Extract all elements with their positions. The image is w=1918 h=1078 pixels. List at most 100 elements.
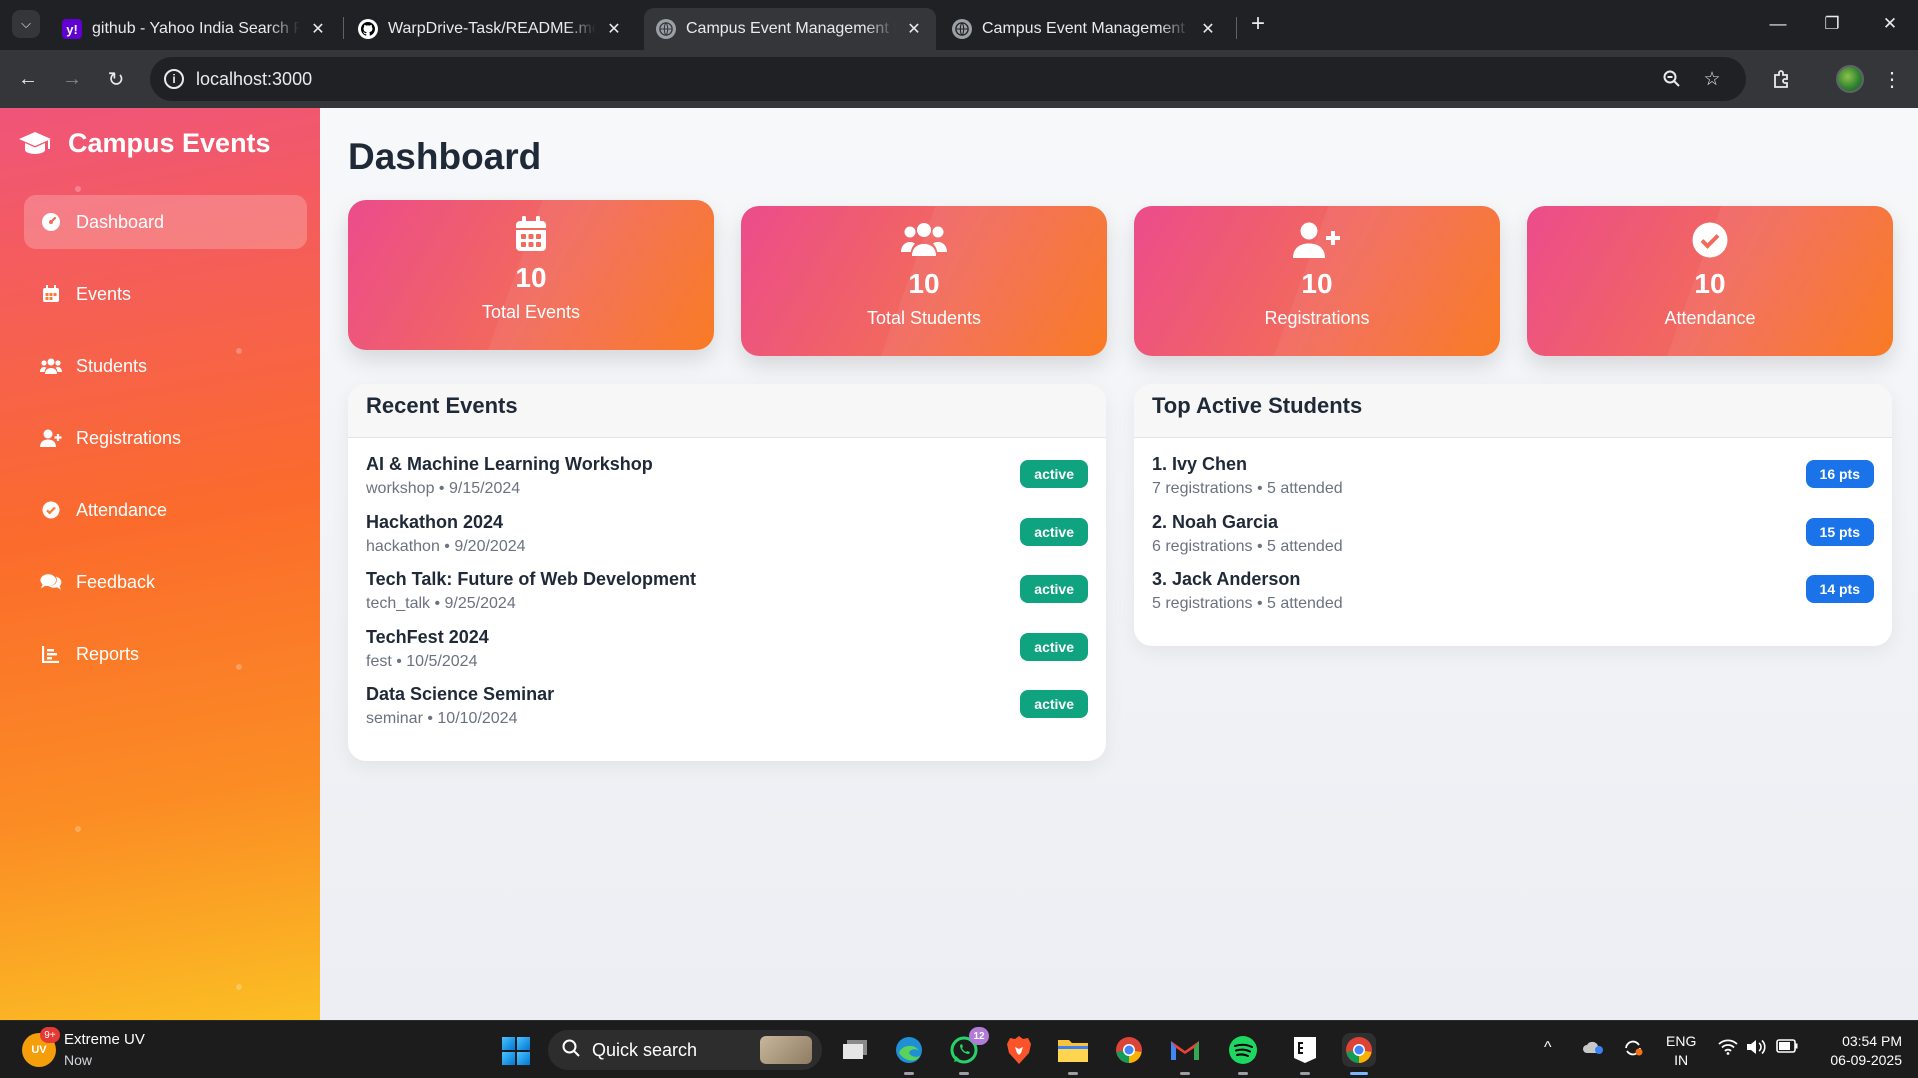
browser-menu-icon[interactable]: ⋮ [1876,63,1908,95]
check-circle-icon [1527,222,1893,258]
stat-card-registrations[interactable]: 10 Registrations [1134,206,1500,356]
brand-name: Campus Events [68,128,271,158]
epic-games-icon[interactable] [1288,1033,1322,1075]
browser-tab-yahoo[interactable]: y! github - Yahoo India Search Results ✕ [50,8,340,50]
decorative-dot [75,826,81,832]
chart-icon [40,645,62,663]
wifi-icon[interactable] [1718,1039,1738,1060]
back-button[interactable]: ← [12,63,44,95]
sidebar-item-attendance[interactable]: Attendance [24,483,307,537]
onedrive-icon[interactable] [1582,1039,1604,1060]
github-icon [358,19,378,39]
event-meta: seminar • 10/10/2024 [366,710,518,727]
sidebar-item-students[interactable]: Students [24,339,307,393]
site-info-icon[interactable]: i [164,69,184,89]
list-item[interactable]: Hackathon 2024 hackathon • 9/20/2024 act… [366,512,1088,566]
search-icon [562,1039,580,1062]
url-text[interactable]: localhost:3000 [196,69,312,90]
list-item[interactable]: Tech Talk: Future of Web Development tec… [366,569,1088,623]
search-label: Quick search [592,1039,698,1060]
list-item[interactable]: AI & Machine Learning Workshop workshop … [366,454,1088,508]
profile-avatar[interactable] [1836,65,1864,93]
student-meta: 6 registrations • 5 attended [1152,538,1343,555]
chevron-up-icon[interactable]: ^ [1544,1039,1552,1057]
close-icon[interactable]: ✕ [604,19,624,39]
browser-tab-campus-active[interactable]: Campus Event Management Platform ✕ [644,8,936,50]
sidebar-item-label: Reports [76,643,140,664]
calendar-icon [348,216,714,252]
sidebar-item-events[interactable]: Events [24,267,307,321]
browser-tab-campus-2[interactable]: Campus Event Management - S ✕ [940,8,1230,50]
sidebar: Campus Events Dashboard Events Students [0,108,320,1020]
weather-title[interactable]: Extreme UV [64,1031,145,1048]
stat-card-total-events[interactable]: 10 Total Events [348,200,714,350]
bookmark-star-icon[interactable]: ☆ [1700,67,1724,91]
student-name: 1. Ivy Chen [1152,454,1248,474]
user-plus-icon [40,429,62,447]
chrome-icon[interactable] [1112,1033,1146,1067]
event-name: AI & Machine Learning Workshop [366,454,653,474]
list-item[interactable]: TechFest 2024 fest • 10/5/2024 active [366,627,1088,681]
users-icon [741,222,1107,258]
list-item[interactable]: Data Science Seminar seminar • 10/10/202… [366,684,1088,738]
close-icon[interactable]: ✕ [1198,19,1218,39]
restore-button[interactable]: ❐ [1812,10,1852,38]
sidebar-item-reports[interactable]: Reports [24,627,307,681]
spotify-icon[interactable] [1226,1033,1260,1075]
zoom-icon[interactable] [1660,67,1684,91]
browser-tabstrip: ⌵ y! github - Yahoo India Search Results… [0,0,1918,50]
decorative-dot [75,186,81,192]
dashboard-icon [40,212,62,232]
address-bar[interactable]: i localhost:3000 ☆ [150,57,1746,101]
gmail-icon[interactable] [1168,1033,1202,1075]
task-view-icon[interactable] [838,1033,872,1067]
sync-icon[interactable] [1622,1039,1644,1062]
stat-card-total-students[interactable]: 10 Total Students [741,206,1107,356]
window-close-button[interactable]: ✕ [1870,10,1910,38]
language-indicator[interactable]: ENG IN [1666,1032,1696,1070]
tab-search-button[interactable]: ⌵ [12,10,40,38]
brand[interactable]: Campus Events [18,128,271,159]
tab-divider [1236,17,1237,39]
whatsapp-badge: 12 [969,1027,989,1045]
battery-icon[interactable] [1776,1039,1798,1058]
system-clock[interactable]: 03:54 PM 06-09-2025 [1816,1032,1902,1070]
stat-label: Registrations [1264,308,1370,328]
running-indicator [1238,1072,1248,1075]
close-icon[interactable]: ✕ [308,19,328,39]
student-meta: 7 registrations • 5 attended [1152,480,1343,497]
sidebar-item-dashboard[interactable]: Dashboard [24,195,307,249]
forward-button[interactable]: → [56,63,88,95]
file-explorer-icon[interactable] [1056,1033,1090,1075]
notification-badge: 9+ [40,1027,60,1043]
chrome-active-icon[interactable] [1342,1033,1376,1075]
windows-start-button[interactable] [502,1037,530,1065]
taskbar-search[interactable]: Quick search [548,1030,822,1070]
sidebar-item-feedback[interactable]: Feedback [24,555,307,609]
tab-divider [343,17,344,39]
reload-button[interactable]: ↻ [100,63,132,95]
list-item[interactable]: 1. Ivy Chen 7 registrations • 5 attended… [1152,454,1874,508]
close-icon[interactable]: ✕ [904,19,924,39]
browser-tab-github[interactable]: WarpDrive-Task/README.md at main ✕ [346,8,636,50]
status-badge: active [1020,690,1088,718]
list-item[interactable]: 3. Jack Anderson 5 registrations • 5 att… [1152,569,1874,623]
volume-icon[interactable] [1746,1039,1768,1060]
edge-icon[interactable] [892,1033,926,1075]
weather-subtitle: Now [64,1052,93,1068]
sidebar-item-registrations[interactable]: Registrations [24,411,307,465]
whatsapp-icon[interactable]: 12 [947,1027,989,1075]
new-tab-button[interactable]: + [1244,10,1272,38]
stat-card-attendance[interactable]: 10 Attendance [1527,206,1893,356]
comments-icon [40,573,62,591]
list-item[interactable]: 2. Noah Garcia 6 registrations • 5 atten… [1152,512,1874,566]
extensions-icon[interactable] [1766,63,1798,95]
minimize-button[interactable]: — [1758,10,1798,38]
stat-value: 10 [1694,268,1726,299]
brave-icon[interactable] [1002,1033,1036,1067]
stat-value: 10 [908,268,940,299]
panel-title: Top Active Students [1134,384,1892,438]
event-meta: tech_talk • 9/25/2024 [366,595,516,612]
language-code: ENG [1666,1033,1697,1049]
status-badge: active [1020,575,1088,603]
